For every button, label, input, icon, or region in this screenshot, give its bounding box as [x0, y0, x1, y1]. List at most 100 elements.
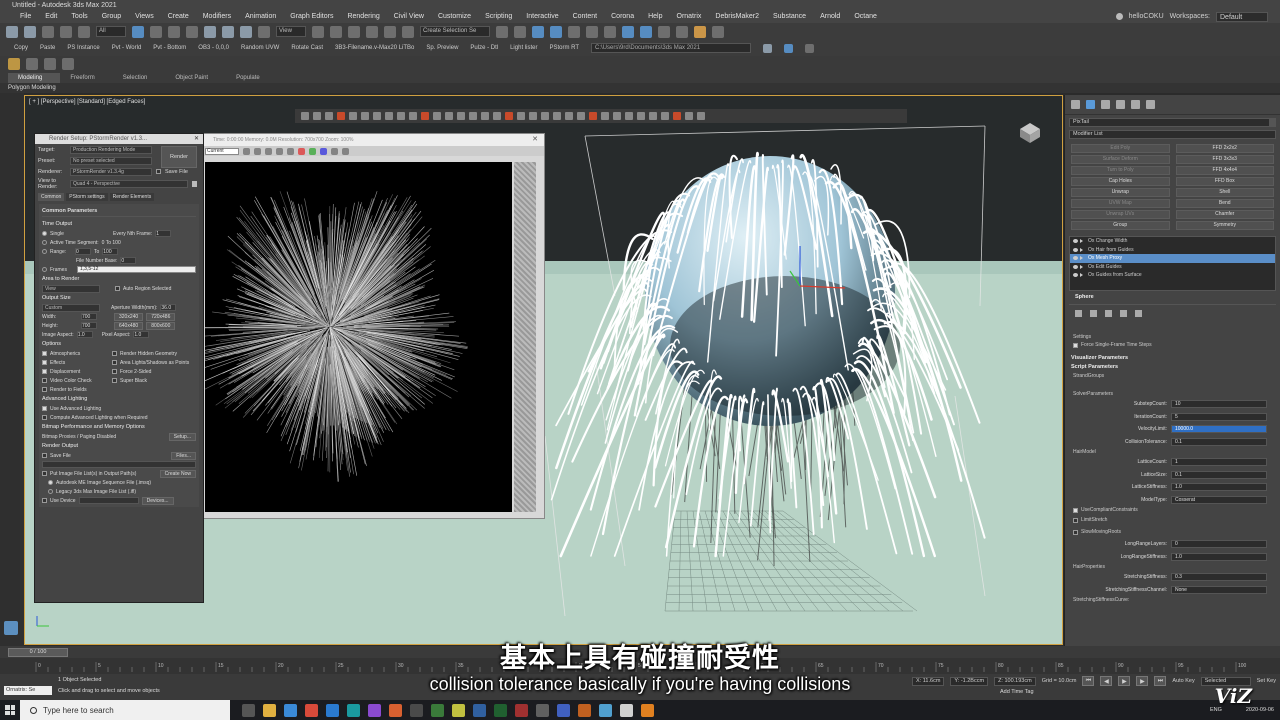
render-production-icon[interactable]	[676, 25, 688, 38]
preset-dropdown[interactable]: No preset selected	[70, 156, 152, 165]
material-editor-icon[interactable]	[622, 25, 634, 38]
ribbon-subtab[interactable]: Polygon Modeling	[0, 83, 1280, 93]
height-value[interactable]: 700	[81, 322, 97, 329]
force-single-checkbox[interactable]	[1073, 342, 1078, 348]
app-icon-16[interactable]	[557, 703, 570, 717]
modifier-button[interactable]: Group	[1071, 221, 1170, 230]
ornatrix-tool-icon[interactable]	[457, 112, 465, 120]
every-nth-value[interactable]: 1	[155, 230, 172, 237]
ornatrix-tool-icon[interactable]	[337, 112, 345, 120]
unlink-icon[interactable]	[60, 25, 72, 38]
ornatrix-tool-icon[interactable]	[361, 112, 369, 120]
frames-field[interactable]: 1,3,5-12	[77, 266, 196, 273]
device-field[interactable]	[78, 497, 139, 504]
option-checkbox[interactable]	[112, 378, 117, 383]
put-image-checkbox[interactable]	[42, 471, 47, 476]
param-value[interactable]: 0.3	[1171, 573, 1267, 582]
preset-720[interactable]: 720x486	[146, 312, 176, 321]
range-radio[interactable]	[42, 249, 47, 254]
frame-window-scrollbar[interactable]	[514, 162, 536, 512]
menu-ornatrix[interactable]: Ornatrix	[671, 13, 710, 20]
param-value[interactable]: 5	[1171, 412, 1267, 421]
quick-button-4[interactable]: Pvt - Bottom	[153, 45, 186, 51]
eye-icon[interactable]	[1073, 273, 1078, 278]
param-value[interactable]: 10000.0	[1171, 425, 1267, 434]
alpha-channel-icon[interactable]	[331, 147, 338, 155]
percent-snap-icon[interactable]	[366, 25, 378, 38]
menu-create[interactable]: Create	[162, 13, 197, 20]
photoshop-icon[interactable]	[326, 703, 339, 717]
link-icon[interactable]	[42, 25, 54, 38]
display-tab-icon[interactable]	[1131, 100, 1140, 109]
selection-filter-dropdown[interactable]: All	[96, 26, 126, 37]
quick-button-7[interactable]: Rotate Cast	[291, 45, 323, 51]
user-icon[interactable]	[1115, 13, 1123, 20]
ribbon-tab-freeform[interactable]: Freeform	[60, 73, 112, 83]
option-checkbox[interactable]	[42, 369, 47, 374]
script-rollout[interactable]: Script Parameters	[1065, 363, 1280, 372]
app-icon-20[interactable]	[641, 703, 654, 717]
app-icon-19[interactable]	[620, 703, 633, 717]
range-to[interactable]: 100	[102, 248, 119, 255]
taskbar-search[interactable]: Type here to search	[20, 700, 230, 720]
aperture-value[interactable]: 36.0	[160, 304, 177, 311]
option-checkbox[interactable]	[42, 360, 47, 365]
param-value[interactable]: None	[1171, 585, 1267, 594]
create-tab-icon[interactable]	[1071, 100, 1080, 109]
option-checkbox[interactable]	[112, 360, 117, 365]
ornatrix-tool-icon[interactable]	[301, 112, 309, 120]
copy-image-icon[interactable]	[254, 147, 261, 155]
setup-button[interactable]: Setup...	[168, 432, 196, 441]
ornatrix-tool-icon[interactable]	[481, 112, 489, 120]
premiere-icon[interactable]	[368, 703, 381, 717]
eye-icon[interactable]	[1073, 239, 1078, 243]
word-icon[interactable]	[473, 703, 486, 717]
modifier-button[interactable]: Shell	[1175, 188, 1274, 197]
configure-sets-icon[interactable]	[1135, 309, 1142, 317]
render-iterative-icon[interactable]	[712, 25, 724, 38]
ornatrix-tool-icon[interactable]	[493, 112, 501, 120]
menu-interactive[interactable]: Interactive	[520, 13, 566, 20]
mirror-icon[interactable]	[496, 25, 508, 38]
motion-tab-icon[interactable]	[1116, 100, 1125, 109]
show-end-result-icon[interactable]	[1090, 309, 1097, 317]
rotate-icon[interactable]	[222, 25, 234, 38]
named-selection-dropdown[interactable]: Create Selection Se	[420, 26, 490, 37]
ornatrix-tool-icon[interactable]	[373, 112, 381, 120]
frames-radio[interactable]	[42, 267, 47, 272]
render-area-dropdown[interactable]: Current	[205, 147, 239, 155]
limit-stretch-checkbox[interactable]	[1073, 517, 1078, 523]
pin-stack-icon[interactable]	[1075, 309, 1082, 317]
object-color-swatch[interactable]	[1269, 119, 1275, 126]
modifier-button[interactable]: Chamfer	[1175, 210, 1274, 219]
quick-button-2[interactable]: PS Instance	[67, 45, 99, 51]
eye-icon[interactable]	[1073, 264, 1078, 269]
align-icon[interactable]	[514, 25, 526, 38]
shelf-script-icon[interactable]	[26, 58, 38, 70]
ornatrix-tool-icon[interactable]	[433, 112, 441, 120]
stack-item[interactable]: Ox Edit Guides	[1070, 263, 1275, 272]
modify-tab-icon[interactable]	[1086, 100, 1095, 109]
menu-help[interactable]: Help	[642, 13, 670, 20]
preset-320[interactable]: 320x240	[114, 312, 144, 321]
edit-named-sel-icon[interactable]	[402, 25, 414, 38]
spinner-snap-icon[interactable]	[384, 25, 396, 38]
rect-selection-icon[interactable]	[168, 25, 180, 38]
undo-icon[interactable]	[6, 25, 18, 38]
preset-640[interactable]: 640x480	[114, 321, 144, 330]
app-icon-10[interactable]	[431, 703, 444, 717]
modifier-button[interactable]: FFD 4x4x4	[1175, 166, 1274, 175]
file-explorer-icon[interactable]	[263, 703, 276, 717]
ribbon-tab-object-paint[interactable]: Object Paint	[165, 73, 226, 83]
menu-scripting[interactable]: Scripting	[479, 13, 520, 20]
single-radio[interactable]	[42, 231, 47, 236]
red-channel-icon[interactable]	[298, 147, 305, 155]
modifier-button[interactable]: Bend	[1175, 199, 1274, 208]
menu-modifiers[interactable]: Modifiers	[197, 13, 239, 20]
devices-button[interactable]: Devices...	[141, 496, 174, 505]
menu-content[interactable]: Content	[567, 13, 606, 20]
modifier-button[interactable]: Symmetry	[1175, 221, 1274, 230]
param-value[interactable]: 0.1	[1171, 437, 1267, 446]
app-icon-14[interactable]	[515, 703, 528, 717]
ornatrix-tool-icon[interactable]	[505, 112, 513, 120]
